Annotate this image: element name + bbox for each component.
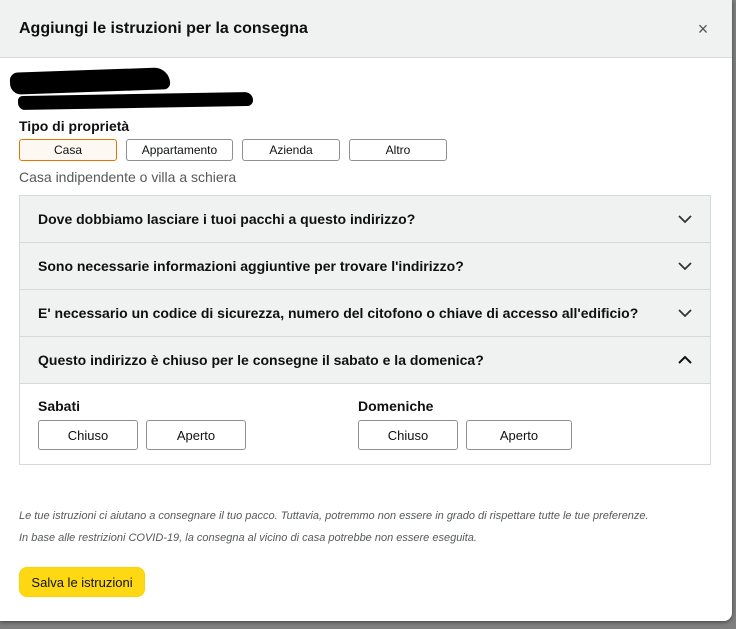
- saturday-closed-button[interactable]: Chiuso: [38, 420, 138, 450]
- accordion-item-weekend-closed[interactable]: Questo indirizzo è chiuso per le consegn…: [20, 337, 710, 384]
- property-type-description: Casa indipendente o villa a schiera: [19, 169, 237, 185]
- note-line-2: In base alle restrizioni COVID-19, la co…: [19, 532, 477, 544]
- instructions-note: Le tue istruzioni ci aiutano a consegnar…: [19, 505, 719, 549]
- modal-header: Aggiungi le istruzioni per la consegna ×: [0, 0, 732, 58]
- accordion-question: E' necessario un codice di sicurezza, nu…: [38, 305, 639, 321]
- saturday-label: Sabati: [38, 398, 81, 414]
- chevron-down-icon: [678, 262, 692, 271]
- weekend-options-panel: Sabati Chiuso Aperto Domeniche Chiuso Ap…: [20, 384, 710, 464]
- accordion-question: Sono necessarie informazioni aggiuntive …: [38, 258, 464, 274]
- close-icon[interactable]: ×: [693, 19, 713, 39]
- accordion-question: Questo indirizzo è chiuso per le consegn…: [38, 352, 484, 368]
- delivery-instructions-modal: Aggiungi le istruzioni per la consegna ×…: [0, 0, 732, 621]
- chevron-down-icon: [678, 309, 692, 318]
- property-option-appartamento[interactable]: Appartamento: [126, 139, 233, 161]
- redacted-address: [17, 91, 254, 111]
- chevron-down-icon: [678, 215, 692, 224]
- property-option-altro[interactable]: Altro: [349, 139, 447, 161]
- sunday-label: Domeniche: [358, 398, 434, 414]
- property-option-casa[interactable]: Casa: [19, 139, 117, 161]
- sunday-open-button[interactable]: Aperto: [466, 420, 572, 450]
- redacted-name: [9, 67, 171, 95]
- chevron-up-icon: [678, 355, 692, 364]
- property-option-azienda[interactable]: Azienda: [242, 139, 340, 161]
- saturday-options: Chiuso Aperto: [38, 420, 246, 450]
- accordion-item-extra-info[interactable]: Sono necessarie informazioni aggiuntive …: [20, 243, 710, 290]
- property-type-options: Casa Appartamento Azienda Altro: [19, 139, 447, 161]
- accordion-question: Dove dobbiamo lasciare i tuoi pacchi a q…: [38, 211, 416, 227]
- save-instructions-button[interactable]: Salva le istruzioni: [19, 567, 145, 597]
- accordion-item-drop-location[interactable]: Dove dobbiamo lasciare i tuoi pacchi a q…: [20, 196, 710, 243]
- sunday-options: Chiuso Aperto: [358, 420, 572, 450]
- sunday-closed-button[interactable]: Chiuso: [358, 420, 458, 450]
- saturday-open-button[interactable]: Aperto: [146, 420, 246, 450]
- note-line-1: Le tue istruzioni ci aiutano a consegnar…: [19, 510, 649, 522]
- property-type-label: Tipo di proprietà: [19, 118, 130, 134]
- modal-title: Aggiungi le istruzioni per la consegna: [19, 19, 308, 37]
- instructions-accordion: Dove dobbiamo lasciare i tuoi pacchi a q…: [19, 195, 711, 465]
- accordion-item-security-code[interactable]: E' necessario un codice di sicurezza, nu…: [20, 290, 710, 337]
